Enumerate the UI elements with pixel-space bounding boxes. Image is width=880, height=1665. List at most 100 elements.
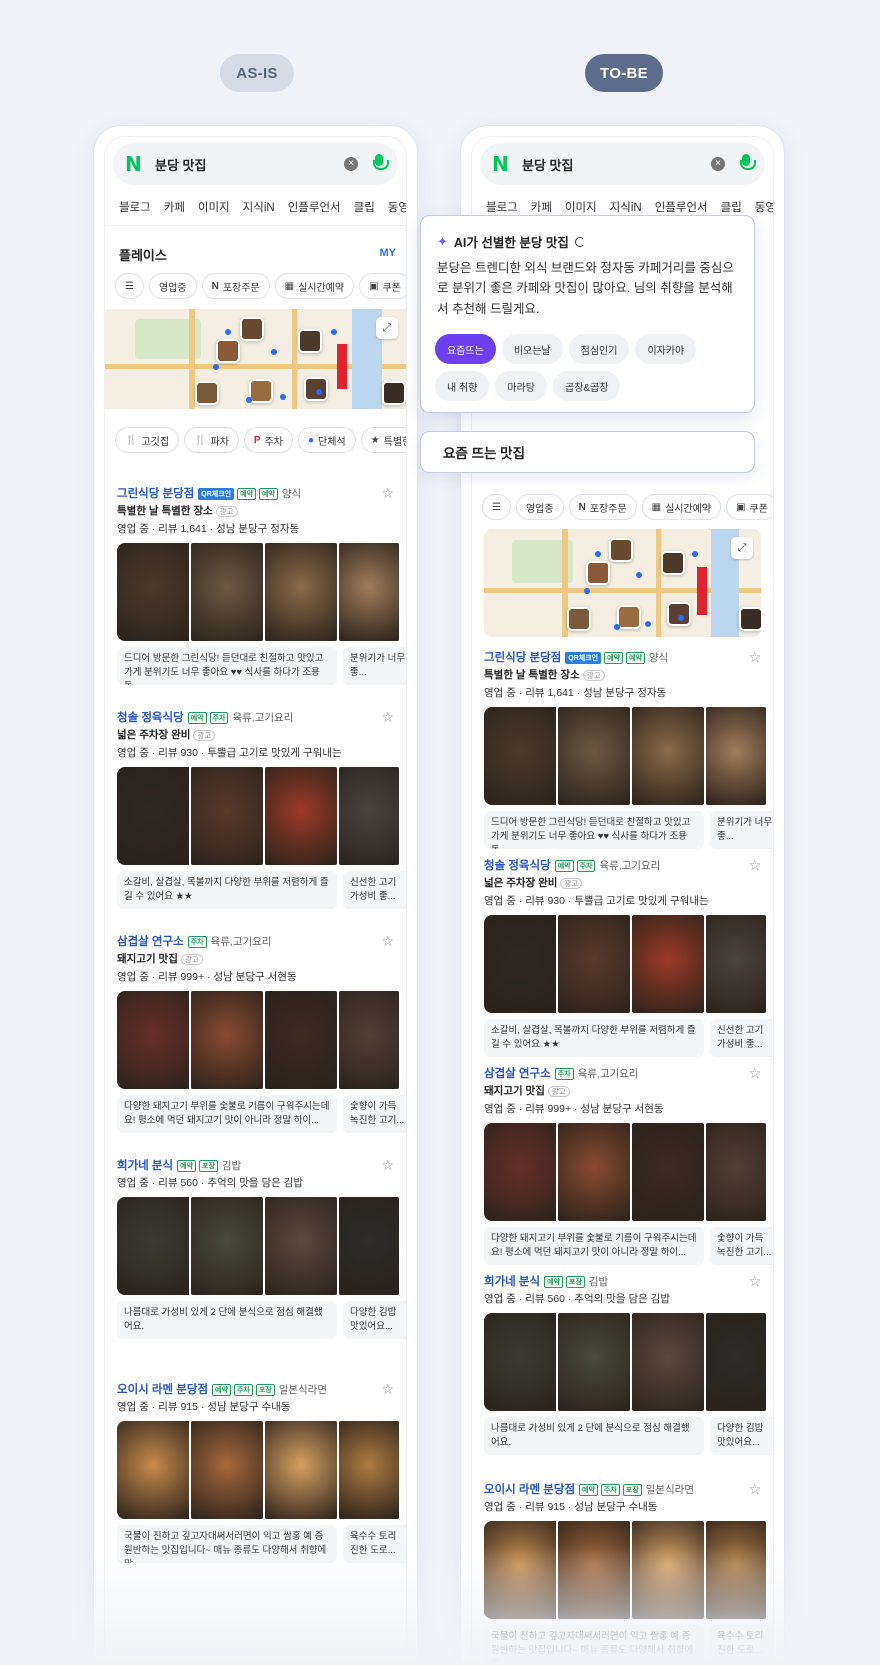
place-photo[interactable] xyxy=(117,543,189,641)
place-photo[interactable] xyxy=(558,707,630,805)
filter-chip[interactable]: ☰ xyxy=(482,494,511,520)
tab-item[interactable]: 인플루언서 xyxy=(288,199,341,215)
review-strip[interactable]: 나름대로 가성비 있게 2 단에 분식으로 점심 해결했어요. 다양한 김밥 맛있… xyxy=(484,1417,773,1455)
filter-chip[interactable]: 영업중 xyxy=(148,273,197,299)
photo-strip[interactable] xyxy=(117,767,406,865)
place-photo[interactable] xyxy=(706,707,766,805)
review-snippet[interactable]: 분위기가 너무 좋... xyxy=(343,647,406,685)
place-name[interactable]: 오이시 라멘 분당점 xyxy=(484,1484,575,1496)
category-chip[interactable]: P 주차 xyxy=(243,427,293,453)
bookmark-star-icon[interactable]: ☆ xyxy=(381,485,394,502)
place-name[interactable]: 그린식당 분당점 xyxy=(484,652,561,664)
review-snippet[interactable]: 나름대로 가성비 있게 2 단에 분식으로 점심 해결했어요. xyxy=(117,1301,337,1339)
filter-chip[interactable]: ▣ 쿠폰 xyxy=(726,494,773,520)
search-bar[interactable]: N 분당 맛집 × xyxy=(480,143,765,185)
bookmark-star-icon[interactable]: ☆ xyxy=(381,709,394,726)
filter-chip[interactable]: ▦ 실시간예약 xyxy=(274,273,355,299)
place-name[interactable]: 청솔 정육식당 xyxy=(117,712,184,724)
expand-map-icon[interactable]: ⤢ xyxy=(731,537,753,559)
review-snippet[interactable]: 다양한 김밥 맛있어요... xyxy=(343,1301,406,1339)
naver-logo-icon[interactable]: N xyxy=(492,154,512,174)
place-photo[interactable] xyxy=(191,991,263,1089)
search-input[interactable]: 분당 맛집 xyxy=(522,155,711,174)
category-chip[interactable]: ● 단체석 xyxy=(298,427,356,453)
place-photo[interactable] xyxy=(558,915,630,1013)
place-photo[interactable] xyxy=(117,991,189,1089)
review-strip[interactable]: 다양한 돼지고기 부위를 숯불로 기름이 구워주시는데요! 평소에 먹던 돼지고… xyxy=(484,1227,773,1265)
category-chip[interactable]: ★특별한 xyxy=(360,427,406,453)
tab-item[interactable]: 카페 xyxy=(164,199,185,215)
bookmark-star-icon[interactable]: ☆ xyxy=(748,1481,761,1498)
place-listing[interactable]: 희가네 분식 예약 포장 김밥 ☆ 영업 중 · 리뷰 560 · 추억의 맛을 담은 김… xyxy=(105,1157,406,1375)
review-strip[interactable]: 다양한 돼지고기 부위를 숯불로 기름이 구워주시는데요! 평소에 먹던 돼지고… xyxy=(117,1095,406,1133)
map[interactable]: ⤢ xyxy=(484,529,761,637)
review-snippet[interactable]: 신선한 고기 가성비 좋... xyxy=(710,1019,773,1057)
place-photo[interactable] xyxy=(484,1313,556,1411)
bookmark-star-icon[interactable]: ☆ xyxy=(748,1273,761,1290)
bookmark-star-icon[interactable]: ☆ xyxy=(381,933,394,950)
place-photo[interactable] xyxy=(632,1123,704,1221)
review-snippet[interactable]: 숯향이 가득 녹진한 고기... xyxy=(343,1095,406,1133)
place-name[interactable]: 삼겹살 연구소 xyxy=(484,1068,551,1080)
filter-chip[interactable]: ☰ xyxy=(115,273,144,299)
mic-icon[interactable] xyxy=(739,154,756,174)
bookmark-star-icon[interactable]: ☆ xyxy=(748,1065,761,1082)
place-photo[interactable] xyxy=(265,991,337,1089)
photo-strip[interactable] xyxy=(117,1197,406,1295)
filter-chip[interactable]: N 포장주문 xyxy=(568,494,637,520)
review-snippet[interactable]: 분위기가 너무 좋... xyxy=(710,811,773,849)
place-photo[interactable] xyxy=(339,1421,399,1519)
bookmark-star-icon[interactable]: ☆ xyxy=(748,649,761,666)
filter-chip[interactable]: N 포장주문 xyxy=(201,273,270,299)
place-photo[interactable] xyxy=(265,767,337,865)
place-listing[interactable]: 청솔 정육식당 예약 주차 육류,고기요리 ☆ 넓은 주차장 완비 광고 영업 중 · 리뷰 … xyxy=(472,857,773,1059)
place-photo[interactable] xyxy=(117,1197,189,1295)
tab-item[interactable]: 클립 xyxy=(721,199,742,215)
place-photo[interactable] xyxy=(265,1421,337,1519)
review-snippet[interactable]: 소갈비, 살겹살, 목볼까지 다양한 부위를 저렴하게 즐길 수 있어요 ★★ xyxy=(484,1019,704,1057)
place-photo[interactable] xyxy=(632,707,704,805)
place-photo[interactable] xyxy=(632,915,704,1013)
place-photo[interactable] xyxy=(632,1313,704,1411)
review-strip[interactable]: 소갈비, 살겹살, 목볼까지 다양한 부위를 저렴하게 즐길 수 있어요 ★★ 신… xyxy=(484,1019,773,1057)
place-listing[interactable]: 그린식당 분당점 QR체크인 예약 예약 양식 ☆ 특별한 날 특별한 장소 광고 영업 중 ·… xyxy=(105,485,406,703)
place-listing[interactable]: 그린식당 분당점 QR체크인 예약 예약 양식 ☆ 특별한 날 특별한 장소 광고 영업 중 ·… xyxy=(472,649,773,851)
review-snippet[interactable]: 숯향이 가득 녹진한 고기... xyxy=(710,1227,773,1265)
place-photo[interactable] xyxy=(484,707,556,805)
tab-item[interactable]: 클립 xyxy=(354,199,375,215)
place-photo[interactable] xyxy=(339,543,399,641)
expand-map-icon[interactable]: ⤢ xyxy=(376,317,398,339)
tab-item[interactable]: 블로그 xyxy=(119,199,151,215)
clear-icon[interactable]: × xyxy=(344,157,358,171)
place-photo[interactable] xyxy=(339,767,399,865)
place-photo[interactable] xyxy=(191,1197,263,1295)
review-strip[interactable]: 나름대로 가성비 있게 2 단에 분식으로 점심 해결했어요. 다양한 김밥 맛있… xyxy=(117,1301,406,1339)
review-strip[interactable]: 소갈비, 살겹살, 목볼까지 다양한 부위를 저렴하게 즐길 수 있어요 ★★ 신… xyxy=(117,871,406,909)
place-photo[interactable] xyxy=(191,767,263,865)
review-snippet[interactable]: 드디어 방문한 그린식당! 듣던대로 친절하고 맛있고 가게 분위기도 너무 좋… xyxy=(484,811,704,849)
place-name[interactable]: 오이시 라멘 분당점 xyxy=(117,1384,208,1396)
place-name[interactable]: 그린식당 분당점 xyxy=(117,488,194,500)
place-name[interactable]: 삼겹살 연구소 xyxy=(117,936,184,948)
place-photo[interactable] xyxy=(558,1123,630,1221)
place-photo[interactable] xyxy=(558,1313,630,1411)
ai-filter-chip[interactable]: 요즘뜨는 xyxy=(435,334,496,364)
tab-item[interactable]: 동영상 xyxy=(388,199,406,215)
tab-item[interactable]: 동영상 xyxy=(755,199,773,215)
naver-logo-icon[interactable]: N xyxy=(125,154,145,174)
tab-item[interactable]: 이미지 xyxy=(198,199,230,215)
place-photo[interactable] xyxy=(191,1421,263,1519)
place-listing[interactable]: 희가네 분식 예약 포장 김밥 ☆ 영업 중 · 리뷰 560 · 추억의 맛을 담은 김… xyxy=(472,1273,773,1475)
bookmark-star-icon[interactable]: ☆ xyxy=(381,1157,394,1174)
place-listing[interactable]: 삼겹살 연구소 주차 육류,고기요리 ☆ 돼지고기 맛집 광고 영업 중 · 리뷰 999+… xyxy=(105,933,406,1151)
mic-icon[interactable] xyxy=(372,154,389,174)
tab-item[interactable]: 지식iN xyxy=(610,199,642,215)
tab-item[interactable]: 카페 xyxy=(531,199,552,215)
search-bar[interactable]: N 분당 맛집 × xyxy=(113,143,398,185)
place-photo[interactable] xyxy=(265,543,337,641)
place-photo[interactable] xyxy=(117,1421,189,1519)
clear-icon[interactable]: × xyxy=(711,157,725,171)
place-photo[interactable] xyxy=(339,1197,399,1295)
tab-item[interactable]: 인플루언서 xyxy=(655,199,708,215)
ai-filter-chip[interactable]: 비오는날 xyxy=(501,334,563,364)
